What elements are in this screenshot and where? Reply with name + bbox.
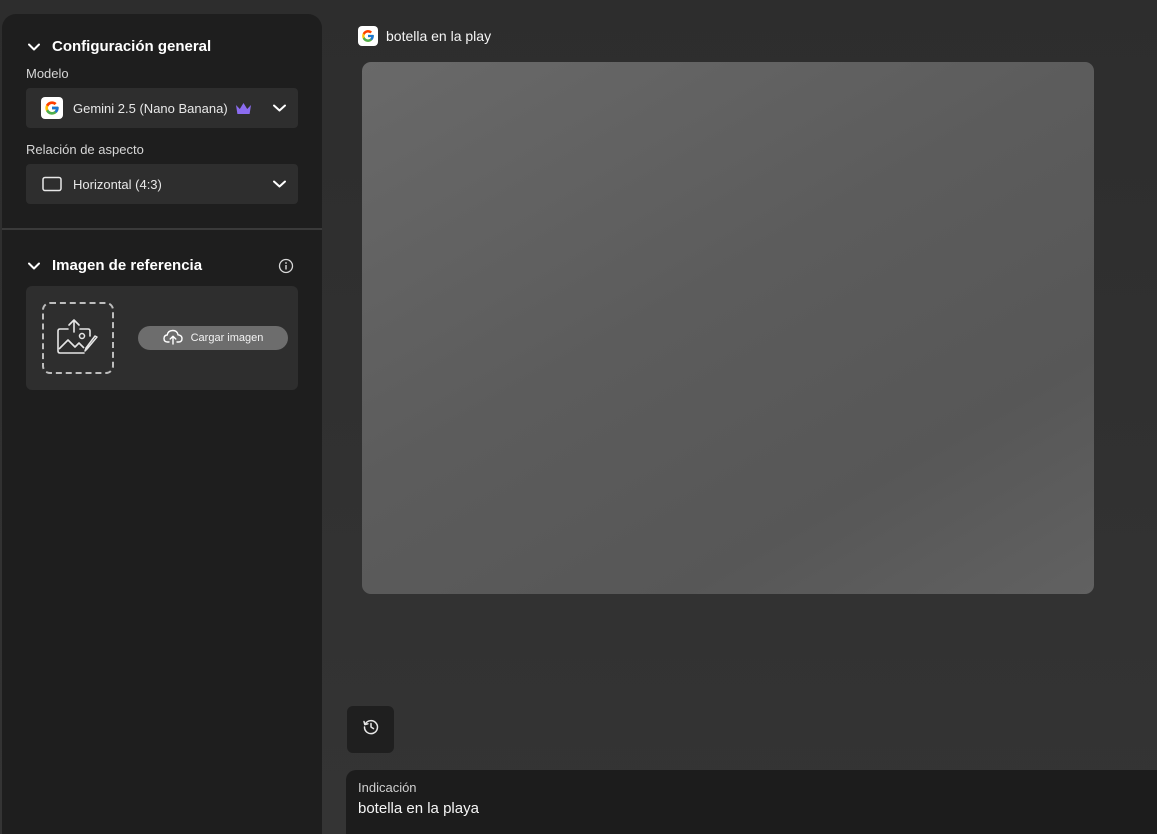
chevron-down-icon bbox=[26, 39, 42, 55]
chevron-down-icon bbox=[26, 258, 42, 274]
chevron-down-icon bbox=[273, 104, 286, 112]
generation-title: botella en la play bbox=[358, 26, 491, 46]
reference-image-header[interactable]: Imagen de referencia bbox=[26, 257, 202, 274]
app-window: Configuración general Modelo Gemini 2.5 … bbox=[0, 0, 1157, 834]
model-label: Modelo bbox=[26, 66, 69, 81]
chevron-down-icon bbox=[273, 180, 286, 188]
image-placeholder bbox=[362, 62, 1094, 594]
prompt-label: Indicación bbox=[358, 780, 417, 795]
prompt-input[interactable]: botella en la playa bbox=[358, 800, 1145, 817]
general-settings-title: Configuración general bbox=[52, 38, 212, 55]
image-upload-icon bbox=[56, 316, 100, 361]
aspect-ratio-label: Relación de aspecto bbox=[26, 142, 144, 157]
reference-image-panel: Cargar imagen bbox=[26, 286, 298, 390]
settings-sidebar: Configuración general Modelo Gemini 2.5 … bbox=[2, 14, 322, 834]
reference-drop-zone[interactable] bbox=[42, 302, 114, 374]
prompt-panel[interactable]: Indicación botella en la playa bbox=[346, 770, 1157, 834]
section-divider bbox=[2, 228, 322, 230]
model-select-value: Gemini 2.5 (Nano Banana) bbox=[73, 100, 228, 116]
aspect-ratio-select[interactable]: Horizontal (4:3) bbox=[26, 164, 298, 204]
model-select[interactable]: Gemini 2.5 (Nano Banana) bbox=[26, 88, 298, 128]
cloud-upload-icon bbox=[162, 329, 183, 348]
reference-image-title: Imagen de referencia bbox=[52, 257, 203, 274]
rectangle-icon bbox=[41, 173, 63, 195]
aspect-ratio-value: Horizontal (4:3) bbox=[73, 176, 162, 192]
history-button[interactable] bbox=[347, 706, 394, 753]
upload-image-label: Cargar imagen bbox=[190, 332, 264, 344]
google-icon bbox=[358, 26, 378, 46]
history-icon bbox=[362, 718, 380, 741]
generation-title-text: botella en la play bbox=[386, 28, 492, 44]
upload-image-button[interactable]: Cargar imagen bbox=[138, 326, 288, 350]
google-icon bbox=[41, 97, 63, 119]
info-icon[interactable] bbox=[278, 258, 294, 279]
general-settings-header[interactable]: Configuración general bbox=[26, 38, 211, 55]
crown-icon bbox=[235, 102, 252, 115]
